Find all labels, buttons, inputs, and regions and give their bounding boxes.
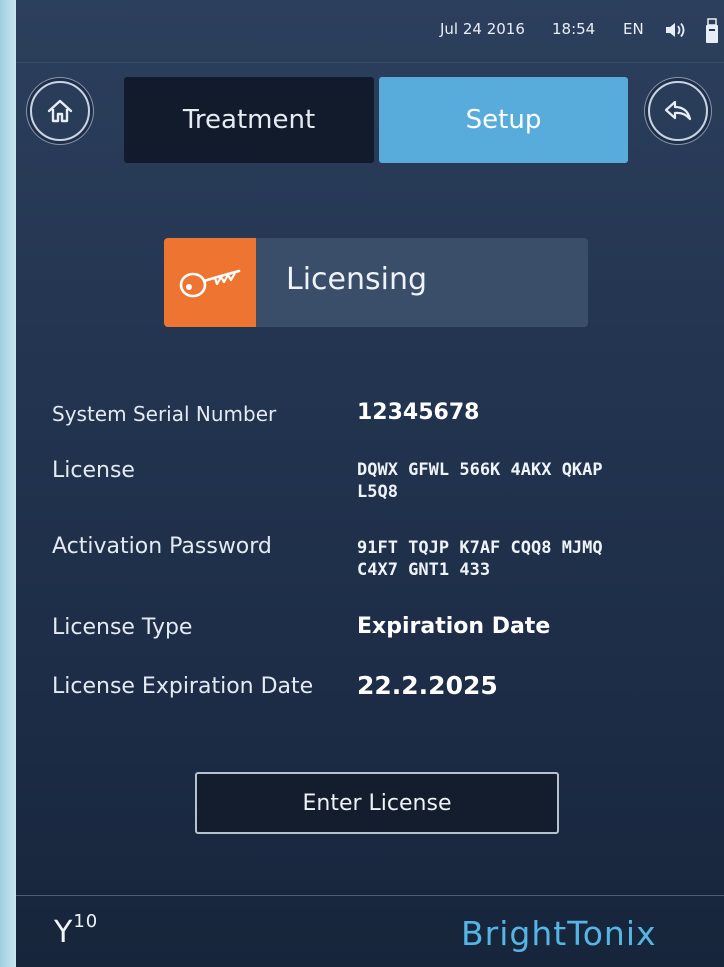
serial-number-value: 12345678 [357, 400, 480, 425]
activation-line-2: C4X7 GNT1 433 [357, 560, 491, 580]
brand-part-1: Bright [461, 914, 568, 953]
license-value: DQWX GFWL 566K 4AKX QKAP L5Q8 [357, 459, 603, 503]
home-icon [47, 99, 73, 123]
license-label: License [52, 458, 135, 483]
device-bezel [0, 0, 16, 967]
section-title: Licensing [286, 262, 428, 297]
usb-icon [706, 18, 718, 43]
license-line-2: L5Q8 [357, 482, 398, 502]
license-expiration-value: 22.2.2025 [357, 671, 498, 700]
status-bar: Jul 24 2016 18:54 EN [16, 0, 724, 63]
license-line-1: DQWX GFWL 566K 4AKX QKAP [357, 460, 603, 480]
tab-setup[interactable]: Setup [379, 77, 628, 163]
licensing-header: Licensing [164, 238, 588, 327]
license-expiration-label: License Expiration Date [52, 674, 314, 699]
back-button[interactable] [648, 81, 708, 141]
status-time: 18:54 [552, 20, 596, 38]
model-logo-sup: 10 [73, 911, 99, 932]
home-button[interactable] [30, 81, 90, 141]
activation-password-label: Activation Password [52, 534, 272, 559]
key-icon-box [164, 238, 256, 327]
status-date: Jul 24 2016 [440, 20, 525, 38]
activation-line-1: 91FT TQJP K7AF CQQ8 MJMQ [357, 538, 603, 558]
key-icon [179, 269, 241, 297]
license-type-value: Expiration Date [357, 614, 551, 639]
serial-number-label: System Serial Number [52, 402, 277, 426]
screen: Jul 24 2016 18:54 EN Treatment Setup Lic… [16, 0, 724, 967]
activation-password-value: 91FT TQJP K7AF CQQ8 MJMQ C4X7 GNT1 433 [357, 537, 603, 581]
tab-treatment[interactable]: Treatment [124, 77, 374, 163]
footer-divider [16, 895, 724, 896]
language-indicator[interactable]: EN [623, 20, 644, 38]
license-type-label: License Type [52, 615, 193, 640]
brand-part-2: Tonix [567, 914, 657, 953]
model-logo: Y10 [54, 911, 98, 950]
enter-license-button[interactable]: Enter License [195, 772, 559, 834]
speaker-icon[interactable] [664, 21, 688, 39]
model-logo-base: Y [54, 915, 74, 950]
brand-logo: BrightTonix [461, 914, 657, 953]
back-arrow-icon [664, 100, 692, 121]
